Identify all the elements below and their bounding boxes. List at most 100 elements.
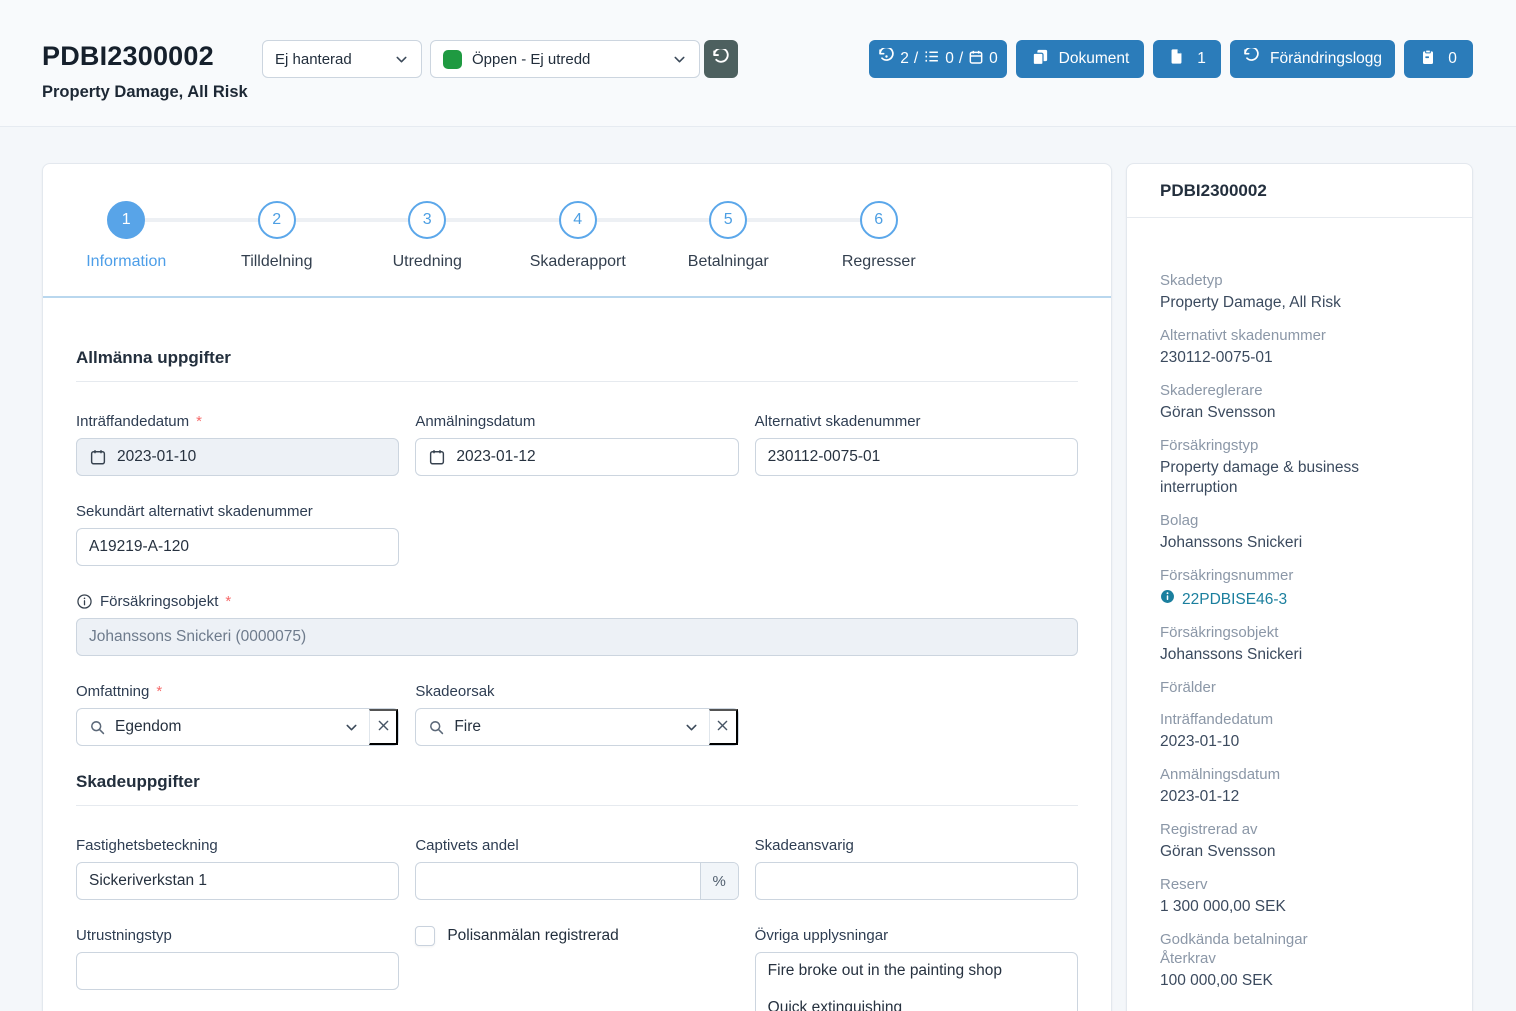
changelog-button[interactable]: Förändringslogg — [1230, 40, 1395, 78]
field-label: Utrustningstyp — [76, 926, 172, 945]
claim-type-subtitle: Property Damage, All Risk — [42, 83, 248, 102]
field-label: Anmälningsdatum — [415, 412, 535, 431]
step-circle: 4 — [559, 201, 597, 239]
top-header-bar: PDBI2300002 Property Damage, All Risk Ej… — [0, 0, 1516, 127]
field-label: Fastighetsbeteckning — [76, 836, 218, 855]
calendar-icon — [89, 448, 107, 466]
field-label: Alternativt skadenummer — [755, 412, 921, 431]
report-date-input[interactable] — [415, 438, 738, 476]
field-label: Övriga upplysningar — [755, 926, 888, 945]
field-insurance-object: Försäkringsobjekt* — [76, 592, 1078, 656]
step-label: Skaderapport — [530, 253, 626, 271]
files-button[interactable]: 1 — [1153, 40, 1221, 78]
claim-summary-panel: PDBI2300002 Skadetyp Property Damage, Al… — [1126, 163, 1473, 1011]
tasks-count: 0 — [945, 50, 954, 68]
calendar-count: 0 — [989, 50, 998, 68]
field-label: Försäkringsobjekt — [100, 592, 218, 611]
required-asterisk: * — [156, 682, 162, 701]
police-report-label: Polisanmälan registrerad — [447, 927, 618, 945]
field-alt-claim-number: Alternativt skadenummer — [755, 412, 1078, 476]
separator: / — [959, 50, 963, 68]
step-betalningar[interactable]: 5 Betalningar — [653, 164, 804, 271]
damage-cause-clear-button[interactable] — [709, 709, 738, 745]
dokument-label: Dokument — [1059, 50, 1130, 68]
damage-cause-value: Fire — [454, 718, 481, 736]
dokument-button[interactable]: Dokument — [1016, 40, 1144, 78]
field-occurrence-date: Inträffandedatum* — [76, 412, 399, 476]
field-damage-responsible: Skadeansvarig — [755, 836, 1078, 900]
field-label: Omfattning — [76, 682, 149, 701]
step-tilldelning[interactable]: 2 Tilldelning — [202, 164, 353, 271]
captive-share-input[interactable]: % — [415, 862, 738, 900]
report-date-value[interactable] — [456, 439, 725, 475]
equipment-type-value[interactable] — [89, 953, 386, 989]
scope-select-trigger[interactable]: Egendom — [77, 709, 369, 745]
property-designation-input[interactable] — [76, 862, 399, 900]
other-info-textarea[interactable]: Fire broke out in the painting shop Quic… — [755, 952, 1078, 1011]
captive-share-value[interactable] — [416, 863, 689, 899]
chevron-down-icon — [684, 720, 699, 735]
police-report-checkbox[interactable] — [415, 926, 435, 946]
step-label: Tilldelning — [241, 253, 312, 271]
secondary-alt-claim-number-value[interactable] — [89, 529, 386, 565]
status-green-dot — [443, 50, 462, 69]
summary-field-forsakringstyp: Försäkringstyp Property damage & busines… — [1160, 436, 1439, 498]
field-property-designation: Fastighetsbeteckning — [76, 836, 399, 900]
damage-cause-select-trigger[interactable]: Fire — [416, 709, 708, 745]
alt-claim-number-input[interactable] — [755, 438, 1078, 476]
list-icon — [923, 48, 940, 70]
scope-clear-button[interactable] — [369, 709, 398, 745]
summary-sublabel-aterkrav: Återkrav — [1160, 949, 1439, 968]
secondary-alt-claim-number-input[interactable] — [76, 528, 399, 566]
field-captive-share: Captivets andel % — [415, 836, 738, 900]
property-designation-value[interactable] — [89, 863, 386, 899]
step-label: Betalningar — [688, 253, 769, 271]
insurance-object-input — [76, 618, 1078, 656]
summary-field-forsakringsnummer: Försäkringsnummer 22PDBISE46-3 — [1160, 566, 1439, 610]
chevron-down-icon — [344, 720, 359, 735]
equipment-type-input[interactable] — [76, 952, 399, 990]
field-report-date: Anmälningsdatum — [415, 412, 738, 476]
step-circle: 6 — [860, 201, 898, 239]
field-label: Inträffandedatum — [76, 412, 189, 431]
step-skaderapport[interactable]: 4 Skaderapport — [503, 164, 654, 271]
damage-responsible-value[interactable] — [768, 863, 1065, 899]
damage-cause-select: Fire — [415, 708, 738, 746]
step-circle: 2 — [258, 201, 296, 239]
handled-status-value: Ej hanterad — [275, 51, 352, 68]
step-circle: 1 — [107, 201, 145, 239]
section-title-general: Allmänna uppgifter — [76, 348, 1078, 382]
section-title-damage: Skadeuppgifter — [76, 772, 1078, 806]
changelog-label: Förändringslogg — [1270, 50, 1382, 68]
scope-value: Egendom — [115, 718, 181, 736]
step-circle: 5 — [709, 201, 747, 239]
claim-status-select[interactable]: Öppen - Ej utredd — [430, 40, 700, 78]
percent-suffix: % — [700, 863, 738, 899]
wizard-stepper: 1 Information 2 Tilldelning 3 Utredning … — [43, 164, 1111, 298]
field-label: Skadeansvarig — [755, 836, 854, 855]
damage-responsible-input[interactable] — [755, 862, 1078, 900]
documents-icon — [1031, 48, 1049, 71]
summary-field-bolag: Bolag Johanssons Snickeri — [1160, 511, 1439, 553]
summary-field-skadereglerare: Skadereglerare Göran Svensson — [1160, 381, 1439, 423]
alt-claim-number-value[interactable] — [768, 439, 1065, 475]
claim-status-value: Öppen - Ej utredd — [472, 51, 590, 68]
field-secondary-alt-claim-number: Sekundärt alternativt skadenummer — [76, 502, 399, 566]
policy-number-link[interactable]: 22PDBISE46-3 — [1160, 589, 1439, 610]
status-history-button[interactable] — [704, 40, 738, 78]
calendar-icon — [428, 448, 446, 466]
reminders-count: 2 — [900, 50, 909, 68]
handled-status-select[interactable]: Ej hanterad — [262, 40, 422, 78]
close-icon — [376, 718, 391, 736]
history-icon — [712, 49, 730, 70]
scope-select: Egendom — [76, 708, 399, 746]
file-icon — [1168, 48, 1185, 70]
claim-form-card: 1 Information 2 Tilldelning 3 Utredning … — [42, 163, 1112, 1011]
information-form: Allmänna uppgifter Inträffandedatum* — [43, 298, 1111, 1011]
step-regresser[interactable]: 6 Regresser — [804, 164, 955, 271]
step-utredning[interactable]: 3 Utredning — [352, 164, 503, 271]
step-information[interactable]: 1 Information — [51, 164, 202, 271]
reminders-tasks-calendar-button[interactable]: 2 / 0 / 0 — [869, 40, 1007, 78]
field-equipment-type: Utrustningstyp — [76, 926, 399, 1011]
clipboard-button[interactable]: 0 — [1404, 40, 1473, 78]
